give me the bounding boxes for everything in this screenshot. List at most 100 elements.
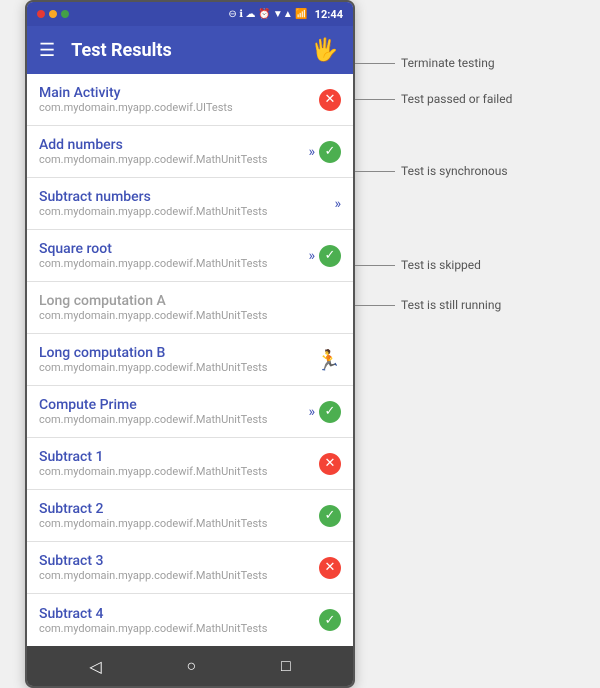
annotation-line xyxy=(355,171,395,172)
annotation-skipped: Test is skipped xyxy=(355,258,481,272)
test-name: Square root xyxy=(39,241,308,257)
test-name: Add numbers xyxy=(39,137,308,153)
pass-icon: ✓ xyxy=(319,141,341,163)
test-name: Long computation A xyxy=(39,293,341,309)
fast-forward-icon: » xyxy=(308,404,315,420)
test-icons: 🏃 xyxy=(316,348,341,372)
annotation-running: Test is still running xyxy=(355,298,501,312)
nav-bar: ◁ ○ □ xyxy=(27,646,353,686)
home-button[interactable]: ○ xyxy=(170,652,212,680)
test-item[interactable]: Compute Primecom.mydomain.myapp.codewif.… xyxy=(27,386,353,438)
annotation-pass-fail: Test passed or failed xyxy=(355,92,512,106)
status-bar-left xyxy=(37,10,69,18)
test-name: Long computation B xyxy=(39,345,316,361)
test-item[interactable]: Subtract 3com.mydomain.myapp.codewif.Mat… xyxy=(27,542,353,594)
annotation-line xyxy=(355,63,395,64)
test-item-text: Long computation Acom.mydomain.myapp.cod… xyxy=(39,293,341,322)
toolbar: ☰ Test Results 🖐 xyxy=(27,26,353,74)
test-item[interactable]: Add numberscom.mydomain.myapp.codewif.Ma… xyxy=(27,126,353,178)
annotation-text: Terminate testing xyxy=(401,56,495,70)
test-name: Subtract 4 xyxy=(39,606,319,622)
pass-icon: ✓ xyxy=(319,245,341,267)
test-item-text: Subtract 3com.mydomain.myapp.codewif.Mat… xyxy=(39,553,319,582)
test-package: com.mydomain.myapp.codewif.MathUnitTests xyxy=(39,569,319,582)
pass-icon: ✓ xyxy=(319,609,341,631)
test-name: Compute Prime xyxy=(39,397,308,413)
test-package: com.mydomain.myapp.codewif.MathUnitTests xyxy=(39,622,319,635)
annotation-line xyxy=(355,305,395,306)
test-item-text: Long computation Bcom.mydomain.myapp.cod… xyxy=(39,345,316,374)
back-button[interactable]: ◁ xyxy=(73,653,117,680)
test-icons: ✕ xyxy=(319,557,341,579)
fail-icon: ✕ xyxy=(319,557,341,579)
recents-button[interactable]: □ xyxy=(265,652,307,680)
test-package: com.mydomain.myapp.codewif.MathUnitTests xyxy=(39,413,308,426)
test-item[interactable]: Long computation Acom.mydomain.myapp.cod… xyxy=(27,282,353,334)
fail-icon: ✕ xyxy=(319,453,341,475)
test-item-text: Main Activitycom.mydomain.myapp.codewif.… xyxy=(39,85,319,114)
annotation-terminate: Terminate testing xyxy=(355,56,495,70)
test-item[interactable]: Subtract 4com.mydomain.myapp.codewif.Mat… xyxy=(27,594,353,646)
annotation-line xyxy=(355,99,395,100)
outer-container: ⊖ ℹ ☁ ⏰ ▼▲ 📶 12:44 ☰ Test Results 🖐 Main… xyxy=(25,0,575,688)
phone-frame: ⊖ ℹ ☁ ⏰ ▼▲ 📶 12:44 ☰ Test Results 🖐 Main… xyxy=(25,0,355,688)
test-icons: ✓ xyxy=(319,609,341,631)
test-icons: ✕ xyxy=(319,89,341,111)
test-item[interactable]: Main Activitycom.mydomain.myapp.codewif.… xyxy=(27,74,353,126)
test-package: com.mydomain.myapp.codewif.MathUnitTests xyxy=(39,309,341,322)
fast-forward-icon: » xyxy=(334,196,341,212)
test-icons: » xyxy=(334,196,341,212)
terminate-icon: 🖐 xyxy=(311,38,338,63)
test-package: com.mydomain.myapp.codewif.MathUnitTests xyxy=(39,205,334,218)
test-icons: »✓ xyxy=(308,141,341,163)
test-icons: ✕ xyxy=(319,453,341,475)
test-item-text: Compute Primecom.mydomain.myapp.codewif.… xyxy=(39,397,308,426)
test-icons: ✓ xyxy=(319,505,341,527)
status-time: 12:44 xyxy=(315,8,343,21)
test-item[interactable]: Subtract 1com.mydomain.myapp.codewif.Mat… xyxy=(27,438,353,490)
test-package: com.mydomain.myapp.codewif.MathUnitTests xyxy=(39,361,316,374)
fast-forward-icon: » xyxy=(308,144,315,160)
test-name: Subtract 2 xyxy=(39,501,319,517)
test-package: com.mydomain.myapp.codewif.MathUnitTests xyxy=(39,257,308,270)
test-list: Main Activitycom.mydomain.myapp.codewif.… xyxy=(27,74,353,646)
menu-icon[interactable]: ☰ xyxy=(39,40,55,61)
annotation-text: Test passed or failed xyxy=(401,92,512,106)
annotation-text: Test is synchronous xyxy=(401,164,508,178)
test-item[interactable]: Subtract 2com.mydomain.myapp.codewif.Mat… xyxy=(27,490,353,542)
test-item[interactable]: Subtract numberscom.mydomain.myapp.codew… xyxy=(27,178,353,230)
test-name: Main Activity xyxy=(39,85,319,101)
test-item-text: Add numberscom.mydomain.myapp.codewif.Ma… xyxy=(39,137,308,166)
test-item-text: Subtract 1com.mydomain.myapp.codewif.Mat… xyxy=(39,449,319,478)
test-item[interactable]: Long computation Bcom.mydomain.myapp.cod… xyxy=(27,334,353,386)
test-icons: »✓ xyxy=(308,401,341,423)
test-icons: »✓ xyxy=(308,245,341,267)
status-bar-right: ⊖ ℹ ☁ ⏰ ▼▲ 📶 12:44 xyxy=(228,8,343,21)
test-item[interactable]: Square rootcom.mydomain.myapp.codewif.Ma… xyxy=(27,230,353,282)
annotations-panel: Terminate testingTest passed or failedTe… xyxy=(355,0,575,72)
fail-icon: ✕ xyxy=(319,89,341,111)
annotation-text: Test is still running xyxy=(401,298,501,312)
test-name: Subtract 3 xyxy=(39,553,319,569)
test-package: com.mydomain.myapp.codewif.MathUnitTests xyxy=(39,153,308,166)
status-icons: ⊖ ℹ ☁ ⏰ ▼▲ 📶 xyxy=(228,9,307,20)
pass-icon: ✓ xyxy=(319,401,341,423)
test-item-text: Subtract 2com.mydomain.myapp.codewif.Mat… xyxy=(39,501,319,530)
running-icon: 🏃 xyxy=(316,348,341,372)
test-item-text: Square rootcom.mydomain.myapp.codewif.Ma… xyxy=(39,241,308,270)
test-item-text: Subtract 4com.mydomain.myapp.codewif.Mat… xyxy=(39,606,319,635)
test-name: Subtract 1 xyxy=(39,449,319,465)
dot-red xyxy=(37,10,45,18)
fast-forward-icon: » xyxy=(308,248,315,264)
terminate-button[interactable]: 🖐 xyxy=(309,34,341,66)
test-package: com.mydomain.myapp.codewif.MathUnitTests xyxy=(39,465,319,478)
test-package: com.mydomain.myapp.codewif.UITests xyxy=(39,101,319,114)
annotation-text: Test is skipped xyxy=(401,258,481,272)
pass-icon: ✓ xyxy=(319,505,341,527)
dot-green xyxy=(61,10,69,18)
test-name: Subtract numbers xyxy=(39,189,334,205)
toolbar-title: Test Results xyxy=(71,40,293,61)
annotation-line xyxy=(355,265,395,266)
test-item-text: Subtract numberscom.mydomain.myapp.codew… xyxy=(39,189,334,218)
test-package: com.mydomain.myapp.codewif.MathUnitTests xyxy=(39,517,319,530)
